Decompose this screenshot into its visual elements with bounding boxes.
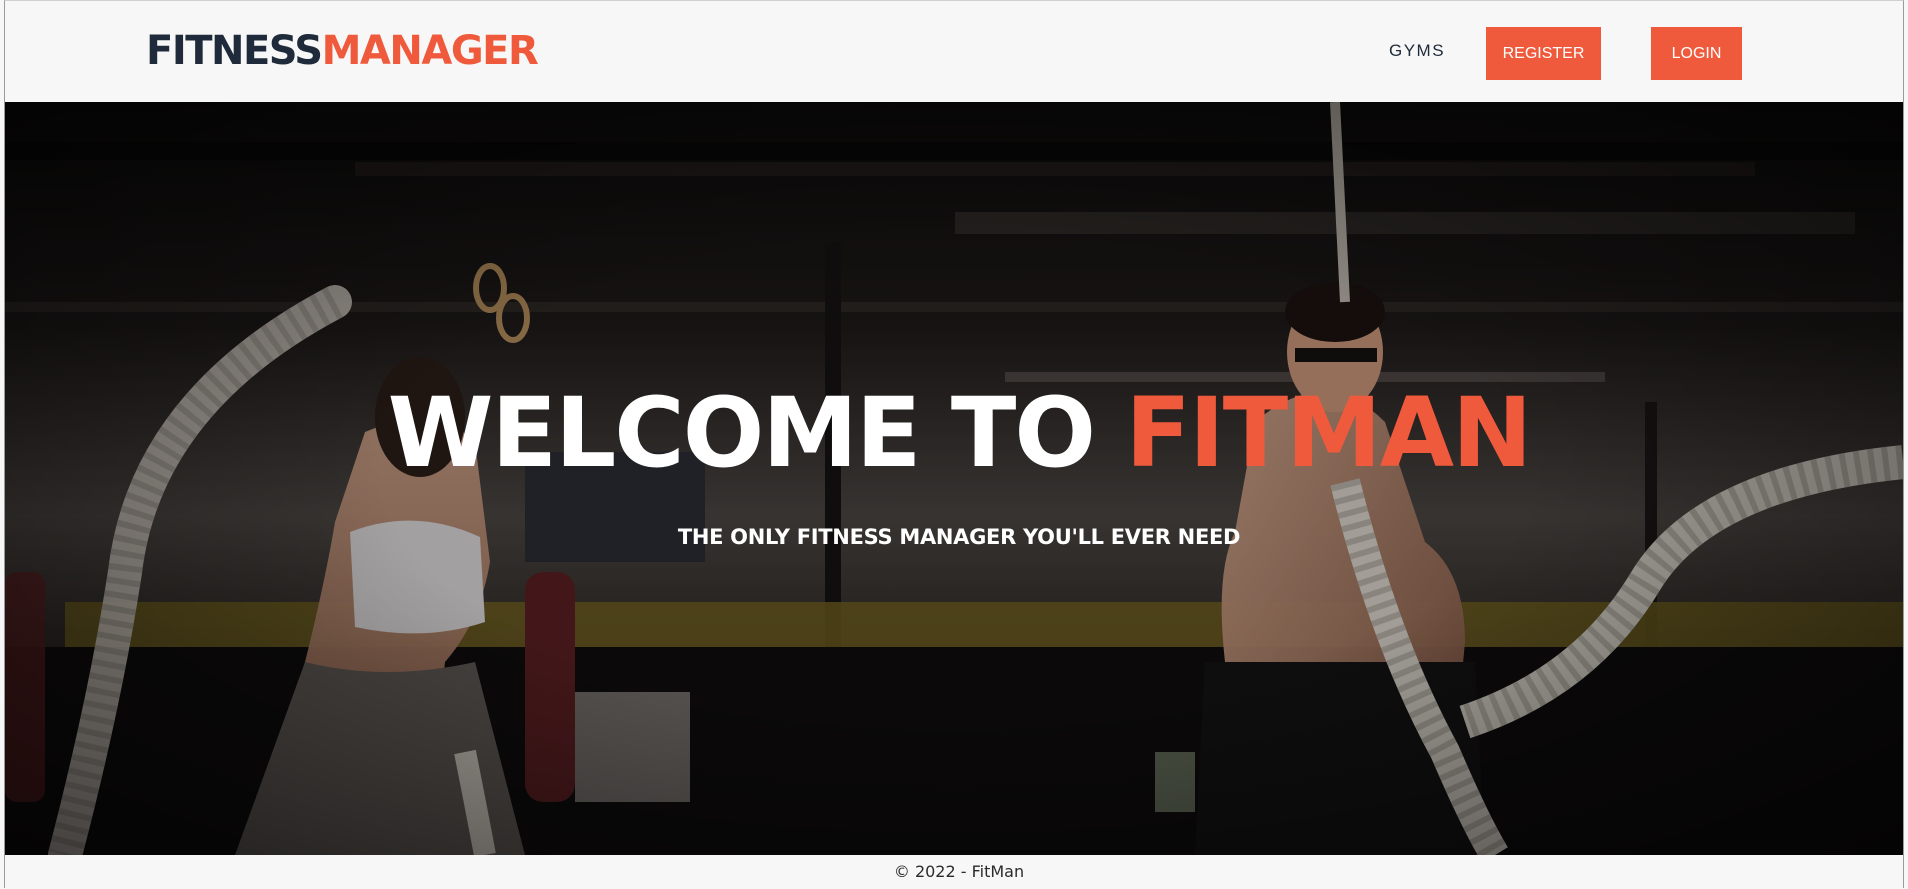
footer-copyright: © 2022 - FitMan bbox=[893, 862, 1025, 881]
site-footer: © 2022 - FitMan bbox=[5, 855, 1903, 889]
logo-text-manager: MANAGER bbox=[321, 28, 539, 74]
logo-text-fitness: FITNESS bbox=[146, 28, 323, 74]
login-button[interactable]: LOGIN bbox=[1651, 27, 1742, 80]
hero-section: WELCOME TO FITMAN THE ONLY FITNESS MANAG… bbox=[5, 102, 1903, 855]
hero-title-welcome: WELCOME TO bbox=[387, 377, 1126, 489]
hero-title-brand: FITMAN bbox=[1125, 377, 1532, 489]
site-logo[interactable]: FITNESSMANAGER bbox=[146, 27, 539, 75]
browser-viewport: FITNESSMANAGER GYMS REGISTER LOGIN WELCO… bbox=[4, 0, 1904, 889]
site-header: FITNESSMANAGER GYMS REGISTER LOGIN bbox=[5, 1, 1903, 102]
register-button[interactable]: REGISTER bbox=[1486, 27, 1601, 80]
nav-link-gyms[interactable]: GYMS bbox=[1389, 41, 1445, 61]
hero-title: WELCOME TO FITMAN bbox=[5, 378, 1903, 488]
hero-subtitle: THE ONLY FITNESS MANAGER YOU'LL EVER NEE… bbox=[677, 525, 1241, 549]
